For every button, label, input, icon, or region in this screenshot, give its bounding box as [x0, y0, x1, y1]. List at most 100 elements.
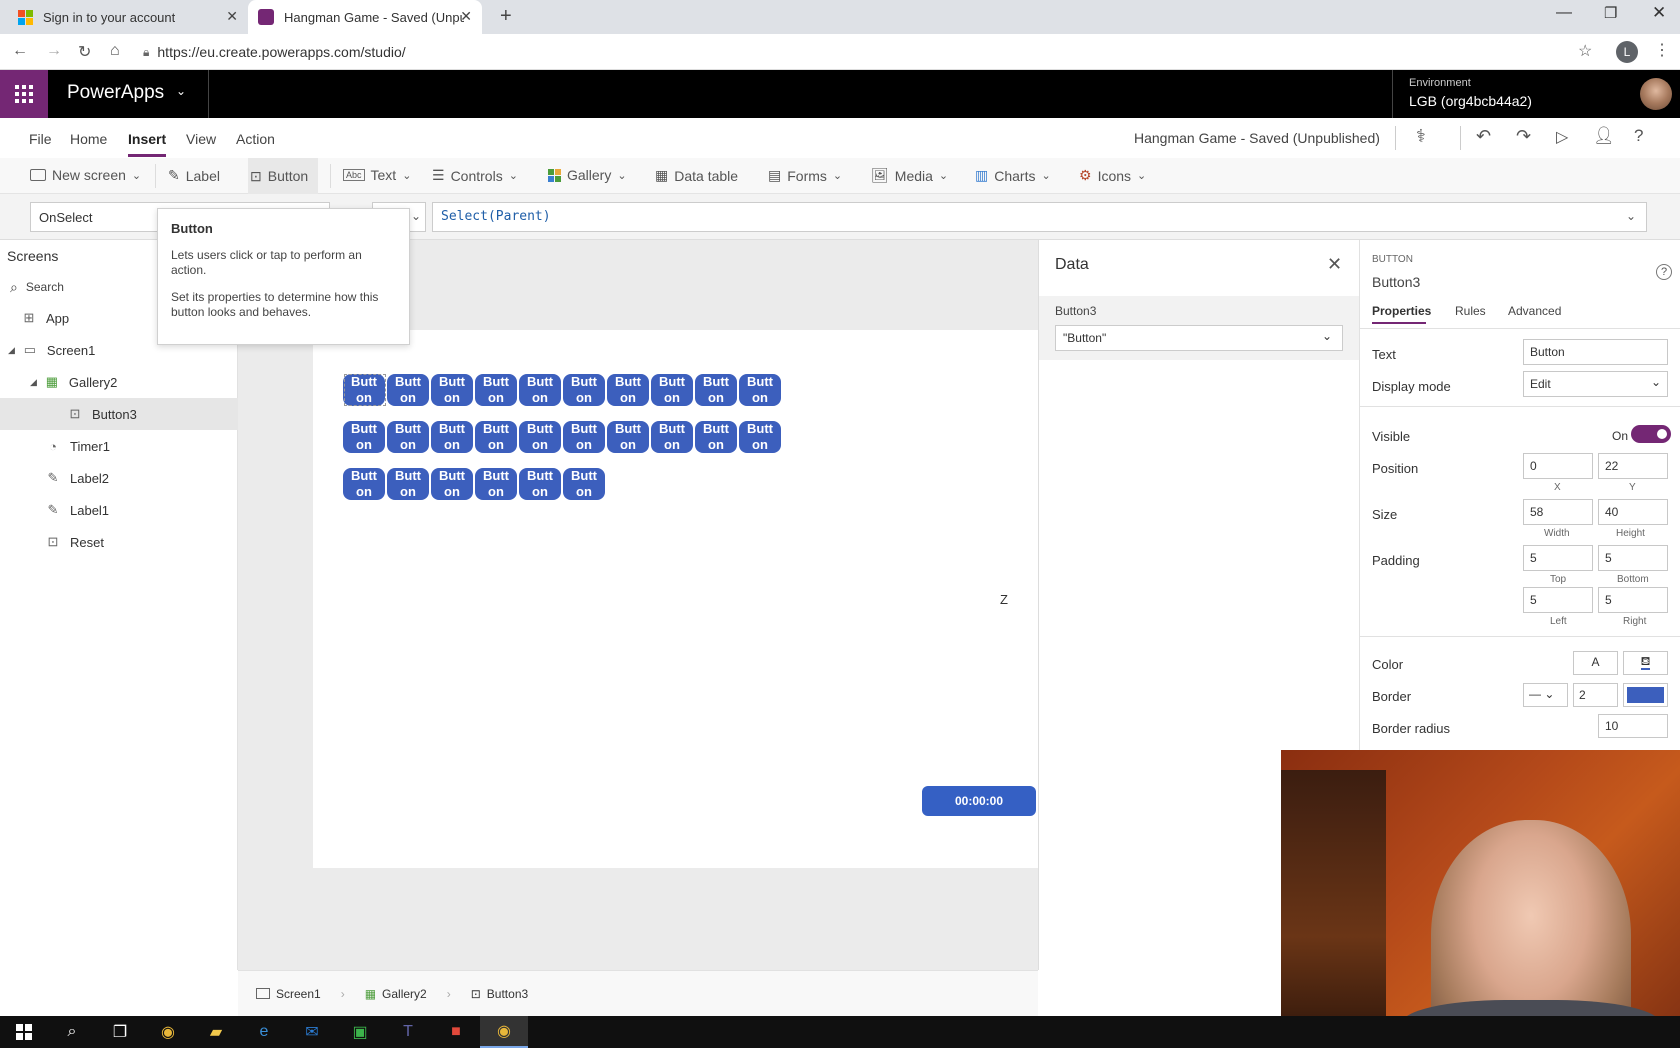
gallery-letter-button[interactable]: Butt on [739, 374, 781, 406]
border-color-picker[interactable] [1623, 683, 1668, 707]
reload-icon[interactable]: ↻ [78, 42, 91, 62]
menu-view[interactable]: View [186, 131, 216, 147]
button-insert-button[interactable]: ⊡ Button [248, 158, 319, 194]
chevron-down-icon[interactable]: ⌄ [176, 84, 186, 98]
outlook-icon[interactable]: ✉ [288, 1016, 336, 1048]
forward-icon[interactable]: → [46, 42, 62, 60]
data-table-button[interactable]: ▦ Data table [655, 167, 738, 184]
environment-name[interactable]: LGB (org4bcb44a2) [1409, 93, 1532, 109]
breadcrumb-gallery2[interactable]: ▦ Gallery2 [365, 987, 427, 1001]
menu-action[interactable]: Action [236, 131, 275, 147]
browser-tab-hangman[interactable]: Hangman Game - Saved (Unpubl ✕ [248, 0, 482, 34]
menu-insert[interactable]: Insert [128, 131, 166, 147]
forms-dropdown-button[interactable]: ▤ Forms ⌄ [768, 167, 842, 184]
border-radius-input[interactable]: 10 [1598, 714, 1668, 738]
display-mode-dropdown[interactable]: Edit ⌄ [1523, 371, 1668, 397]
home-icon[interactable]: ⌂ [110, 42, 120, 60]
windows-start-icon[interactable] [0, 1016, 48, 1048]
gallery-letter-button[interactable]: Butt on [695, 421, 737, 453]
gallery-letter-button[interactable]: Butt on [387, 421, 429, 453]
selection-handles[interactable] [344, 374, 386, 406]
maximize-icon[interactable]: ❐ [1604, 4, 1617, 22]
gallery-letter-button[interactable]: Butt on [563, 421, 605, 453]
tab-rules[interactable]: Rules [1455, 304, 1486, 318]
collapse-triangle-icon[interactable]: ◢ [8, 345, 15, 356]
menu-home[interactable]: Home [70, 131, 107, 147]
width-input[interactable]: 58 [1523, 499, 1593, 525]
label-button[interactable]: ✎ Label [168, 167, 220, 184]
browser-menu-icon[interactable]: ⋮ [1654, 40, 1670, 60]
app-launcher-icon[interactable] [0, 70, 48, 118]
data-field-dropdown[interactable]: "Button" ⌄ [1055, 325, 1343, 351]
close-window-icon[interactable]: ✕ [1652, 3, 1666, 23]
height-input[interactable]: 40 [1598, 499, 1668, 525]
minimize-icon[interactable]: — [1556, 4, 1572, 22]
expand-formula-icon[interactable]: ⌄ [1626, 209, 1636, 223]
gallery-letter-button[interactable]: Butt on [387, 374, 429, 406]
file-explorer-icon[interactable]: ▰ [192, 1016, 240, 1048]
url-field[interactable]: 🔒︎ https://eu.create.powerapps.com/studi… [143, 39, 1583, 65]
text-prop-input[interactable]: Button [1523, 339, 1668, 365]
padding-top-input[interactable]: 5 [1523, 545, 1593, 571]
share-user-icon[interactable]: 👤︎ [1593, 126, 1615, 146]
chrome-icon[interactable]: ◉ [144, 1016, 192, 1048]
gallery-letter-button[interactable]: Butt on [343, 421, 385, 453]
search-icon[interactable]: ⌕ [48, 1016, 96, 1048]
gallery-letter-button[interactable]: Butt on [475, 468, 517, 500]
border-width-input[interactable]: 2 [1573, 683, 1618, 707]
padding-right-input[interactable]: 5 [1598, 587, 1668, 613]
gallery-letter-button[interactable]: Butt on [563, 374, 605, 406]
letter-label[interactable]: Z [1000, 592, 1008, 607]
tree-item-reset[interactable]: ⊡ Reset [0, 526, 238, 558]
icons-dropdown-button[interactable]: ⚙ Icons ⌄ [1079, 167, 1146, 184]
breadcrumb-screen1[interactable]: Screen1 [256, 987, 321, 1001]
close-tab-icon[interactable]: ✕ [226, 8, 238, 25]
position-y-input[interactable]: 22 [1598, 453, 1668, 479]
text-color-picker[interactable]: A [1573, 651, 1618, 675]
preview-play-icon[interactable]: ▷ [1556, 127, 1568, 147]
teams-icon[interactable]: T [384, 1016, 432, 1048]
gallery-letter-button[interactable]: Butt on [431, 468, 473, 500]
tree-item-label2[interactable]: ✎ Label2 [0, 462, 238, 494]
redo-icon[interactable]: ↷ [1516, 126, 1531, 147]
gallery-letter-button[interactable]: Butt on [475, 374, 517, 406]
charts-dropdown-button[interactable]: ▥ Charts ⌄ [975, 167, 1051, 184]
padding-bottom-input[interactable]: 5 [1598, 545, 1668, 571]
chrome-active-icon[interactable]: ◉ [480, 1016, 528, 1048]
visible-toggle[interactable] [1631, 425, 1671, 443]
profile-avatar[interactable]: L [1616, 41, 1638, 63]
close-icon[interactable]: ✕ [1327, 254, 1342, 275]
recorder-icon[interactable]: ■ [432, 1016, 480, 1048]
tree-item-button3[interactable]: ⊡ Button3 [0, 398, 238, 430]
help-circle-icon[interactable]: ? [1656, 264, 1672, 280]
app-name[interactable]: PowerApps [67, 82, 164, 104]
fill-color-picker[interactable]: ⛾ [1623, 651, 1668, 675]
tree-item-timer1[interactable]: ◔ Timer1 [0, 430, 238, 462]
new-tab-icon[interactable]: + [500, 5, 512, 28]
undo-icon[interactable]: ↶ [1476, 126, 1491, 147]
camtasia-icon[interactable]: ▣ [336, 1016, 384, 1048]
gallery2[interactable]: Butt on Butt on Butt on Butt on Butt on Butt on Butt… [343, 374, 781, 508]
help-icon[interactable]: ? [1634, 126, 1643, 146]
tree-item-gallery2[interactable]: ◢ ▦ Gallery2 [0, 366, 238, 398]
gallery-letter-button[interactable]: Butt on [607, 421, 649, 453]
timer1[interactable]: 00:00:00 [922, 786, 1036, 816]
menu-file[interactable]: File [29, 131, 52, 147]
tab-properties[interactable]: Properties [1372, 304, 1431, 318]
position-x-input[interactable]: 0 [1523, 453, 1593, 479]
gallery-letter-button[interactable]: Butt on [387, 468, 429, 500]
close-tab-icon[interactable]: ✕ [460, 8, 472, 25]
gallery-letter-button[interactable]: Butt on [519, 374, 561, 406]
gallery-letter-button[interactable]: Butt on [431, 374, 473, 406]
back-icon[interactable]: ← [12, 42, 28, 60]
app-checker-icon[interactable]: ⚕ [1416, 126, 1426, 147]
collapse-triangle-icon[interactable]: ◢ [30, 377, 37, 388]
gallery-letter-button[interactable]: Butt on [651, 374, 693, 406]
gallery-letter-button[interactable]: Butt on [519, 468, 561, 500]
user-avatar[interactable] [1640, 78, 1672, 110]
gallery-dropdown-button[interactable]: Gallery ⌄ [548, 167, 627, 183]
gallery-letter-button[interactable]: Butt on [431, 421, 473, 453]
gallery-letter-button[interactable]: Butt on [651, 421, 693, 453]
edge-icon[interactable]: e [240, 1016, 288, 1048]
browser-tab-signin[interactable]: Sign in to your account ✕ [8, 0, 248, 34]
